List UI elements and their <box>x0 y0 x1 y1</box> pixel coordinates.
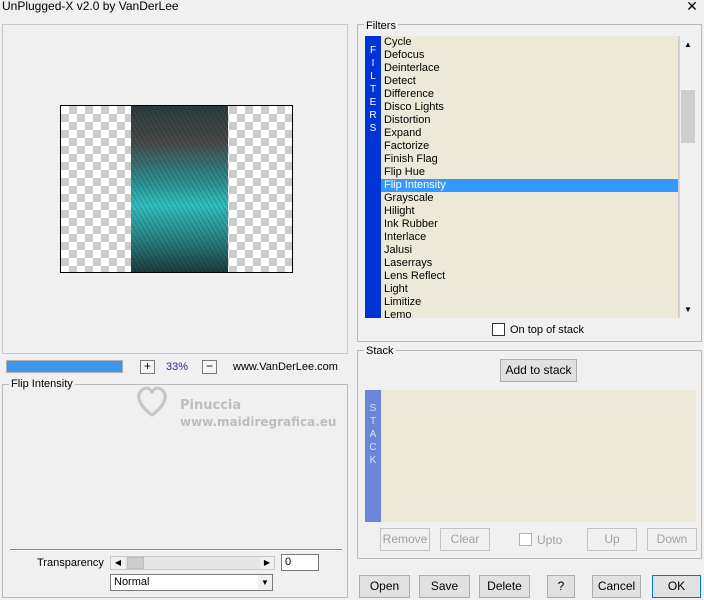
scroll-thumb[interactable] <box>681 90 695 143</box>
filter-item[interactable]: Jalusi <box>381 244 678 257</box>
scroll-down-arrow-icon[interactable]: ▼ <box>680 301 696 318</box>
slider-thumb[interactable] <box>127 557 144 569</box>
filter-settings-label: Flip Intensity <box>9 378 75 390</box>
stack-strip: STACK <box>365 390 381 522</box>
open-button[interactable]: Open <box>359 575 410 598</box>
on-top-checkbox[interactable] <box>492 323 505 336</box>
add-to-stack-button[interactable]: Add to stack <box>500 359 577 382</box>
zoom-value: 33% <box>166 361 189 373</box>
zoom-in-button[interactable]: + <box>140 360 155 374</box>
down-button[interactable]: Down <box>647 528 697 551</box>
filter-item[interactable]: Finish Flag <box>381 153 678 166</box>
preview-canvas[interactable] <box>60 105 293 273</box>
filter-item[interactable]: Lemo <box>381 309 678 318</box>
up-button[interactable]: Up <box>587 528 637 551</box>
filters-list[interactable]: Cycle Defocus Deinterlace Detect Difference D… <box>381 36 679 318</box>
filters-strip-letter: S <box>369 123 377 134</box>
stack-strip-letter: S <box>369 403 377 414</box>
stack-list[interactable] <box>381 390 696 522</box>
filter-item[interactable]: Difference <box>381 88 678 101</box>
filter-item[interactable]: Interlace <box>381 231 678 244</box>
filter-item[interactable]: Limitize <box>381 296 678 309</box>
on-top-label: On top of stack <box>510 324 584 336</box>
progress-fill <box>7 361 122 372</box>
settings-divider <box>10 549 342 551</box>
stack-strip-letter: A <box>369 429 377 440</box>
upto-label: Upto <box>537 533 563 547</box>
help-button[interactable]: ? <box>547 575 575 598</box>
website-link[interactable]: www.VanDerLee.com <box>233 361 338 373</box>
filter-item[interactable]: Expand <box>381 127 678 140</box>
save-button[interactable]: Save <box>419 575 470 598</box>
filter-item[interactable]: Detect <box>381 75 678 88</box>
filter-item[interactable]: Ink Rubber <box>381 218 678 231</box>
blend-mode-select[interactable]: Normal ▼ <box>110 574 273 591</box>
filters-scrollbar[interactable]: ▲ ▼ <box>679 36 696 318</box>
window-title: UnPlugged-X v2.0 by VanDerLee <box>2 0 179 13</box>
filters-strip-letter: T <box>369 84 377 95</box>
stack-strip-letter: C <box>369 442 377 453</box>
stack-label: Stack <box>364 345 396 357</box>
slider-left-arrow-icon[interactable]: ◀ <box>111 557 125 569</box>
close-icon[interactable]: ✕ <box>684 0 700 13</box>
clear-button[interactable]: Clear <box>440 528 490 551</box>
filter-item[interactable]: Distortion <box>381 114 678 127</box>
filter-item[interactable]: Disco Lights <box>381 101 678 114</box>
filters-strip-letter: L <box>370 71 376 82</box>
remove-button[interactable]: Remove <box>380 528 430 551</box>
filter-item[interactable]: Laserrays <box>381 257 678 270</box>
cancel-button[interactable]: Cancel <box>592 575 641 598</box>
scroll-up-arrow-icon[interactable]: ▲ <box>680 36 696 53</box>
filters-strip-letter: F <box>369 45 377 56</box>
slider-right-arrow-icon[interactable]: ▶ <box>260 557 274 569</box>
filter-item[interactable]: Defocus <box>381 49 678 62</box>
transparency-value-input[interactable]: 0 <box>281 554 319 571</box>
filter-item[interactable]: Light <box>381 283 678 296</box>
filter-item[interactable]: Deinterlace <box>381 62 678 75</box>
ok-button[interactable]: OK <box>652 575 701 598</box>
filter-item[interactable]: Grayscale <box>381 192 678 205</box>
progress-bar <box>6 360 123 373</box>
upto-checkbox[interactable] <box>519 533 532 546</box>
filters-label: Filters <box>364 20 398 32</box>
stack-strip-letter: T <box>369 416 377 427</box>
preview-panel <box>2 24 348 354</box>
filters-strip-letter: R <box>369 110 377 121</box>
filter-item[interactable]: Flip Hue <box>381 166 678 179</box>
filter-item-selected[interactable]: Flip Intensity <box>381 179 678 192</box>
filters-strip: FILTERS <box>365 36 381 318</box>
zoom-out-button[interactable]: − <box>202 360 217 374</box>
stack-strip-letter: K <box>369 455 377 466</box>
filters-strip-letter: I <box>371 58 375 69</box>
filter-item[interactable]: Factorize <box>381 140 678 153</box>
transparency-label: Transparency <box>37 557 104 569</box>
filter-item[interactable]: Hilight <box>381 205 678 218</box>
filter-item[interactable]: Lens Reflect <box>381 270 678 283</box>
filter-item[interactable]: Cycle <box>381 36 678 49</box>
transparency-slider[interactable]: ◀ ▶ <box>110 556 275 570</box>
filters-strip-letter: E <box>369 97 377 108</box>
blend-mode-value: Normal <box>114 576 150 588</box>
chevron-down-icon[interactable]: ▼ <box>258 575 272 590</box>
delete-button[interactable]: Delete <box>479 575 530 598</box>
preview-image <box>131 106 228 272</box>
